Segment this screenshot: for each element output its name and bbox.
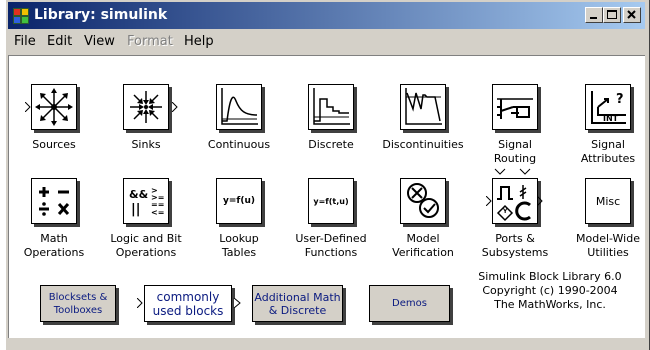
- signal-attributes-question: ?: [616, 92, 624, 107]
- ports-subsystems-label-text: Ports & Subsystems: [481, 232, 549, 259]
- maximize-button[interactable]: [603, 7, 621, 23]
- lookup-tables-label-text: Lookup Tables: [219, 232, 259, 259]
- signal-attributes-label: Signal Attributes: [553, 138, 650, 166]
- signal-attributes-icon: ? INT: [591, 91, 626, 124]
- demos-text: Demos: [392, 298, 427, 309]
- svg-text:Y: Y: [502, 208, 508, 215]
- additional-math-text: Additional Math & Discrete: [254, 290, 341, 317]
- model-wide-label: Model-Wide Utilities: [553, 232, 650, 260]
- blocksets-toolboxes-text: Blocksets & Toolboxes: [48, 291, 108, 316]
- ports-output-marker: [537, 196, 543, 206]
- ports-subsystems-icon: Y: [496, 185, 531, 222]
- window-title: Library: simulink: [34, 7, 168, 23]
- model-verification-block[interactable]: [400, 178, 446, 224]
- continuous-icon: [221, 88, 258, 125]
- blocksets-toolboxes-button[interactable]: Blocksets & Toolboxes: [40, 285, 116, 322]
- continuous-block[interactable]: [216, 84, 262, 130]
- signal-routing-label-text: Signal Routing: [493, 138, 537, 165]
- model-wide-icon-text: Misc: [595, 194, 621, 208]
- menu-view[interactable]: View: [84, 34, 115, 49]
- discrete-block[interactable]: [308, 84, 354, 130]
- sinks-icon: [130, 91, 162, 123]
- user-defined-icon-text: y=f(t,u): [313, 196, 349, 206]
- title-bar[interactable]: Library: simulink: [8, 2, 645, 29]
- user-defined-label-text: User-Defined Functions: [295, 232, 367, 259]
- model-wide-label-text: Model-Wide Utilities: [576, 232, 640, 259]
- model-verification-label-text: Model Verification: [392, 232, 454, 259]
- menu-bar: File Edit View Format Help: [8, 31, 645, 53]
- svg-text:&&: &&: [129, 188, 149, 201]
- lookup-tables-block[interactable]: y=f(u): [216, 178, 262, 224]
- svg-text:||: ||: [131, 202, 141, 217]
- menu-edit[interactable]: Edit: [47, 34, 72, 49]
- sinks-block[interactable]: [123, 84, 169, 130]
- signal-attributes-block[interactable]: ? INT: [585, 84, 631, 130]
- math-operations-icon: [39, 187, 70, 216]
- commonly-used-output-marker: [233, 298, 241, 308]
- ports-subsystems-block[interactable]: Y: [492, 178, 538, 224]
- math-operations-block[interactable]: [31, 178, 77, 224]
- sources-icon: [35, 88, 73, 126]
- discontinuities-icon: [405, 88, 442, 125]
- ports-top-right-marker: [519, 168, 531, 175]
- simulink-app-icon: [13, 8, 29, 24]
- maximize-icon: [607, 10, 617, 19]
- demos-button[interactable]: Demos: [369, 285, 450, 322]
- close-button[interactable]: [623, 7, 641, 23]
- signal-attributes-int: INT: [603, 114, 619, 123]
- commonly-used-blocks-text: commonly used blocks: [152, 289, 224, 318]
- ports-top-left-marker: [494, 168, 506, 175]
- signal-routing-block[interactable]: [492, 84, 538, 130]
- output-port-marker: [172, 102, 178, 112]
- logic-bit-label-text: Logic and Bit Operations: [110, 232, 182, 259]
- copyright-notice: Simulink Block Library 6.0 Copyright (c)…: [472, 270, 628, 312]
- user-defined-block[interactable]: y=f(t,u): [308, 178, 354, 224]
- signal-routing-icon: [497, 98, 533, 119]
- sources-block[interactable]: [31, 84, 77, 130]
- copyright-line-3: The MathWorks, Inc.: [494, 298, 606, 311]
- menu-format[interactable]: Format: [127, 34, 173, 49]
- discontinuities-block[interactable]: [400, 84, 446, 130]
- commonly-used-blocks-button[interactable]: commonly used blocks: [144, 285, 232, 322]
- model-wide-block[interactable]: Misc: [585, 178, 631, 224]
- svg-text:<=: <=: [151, 208, 164, 217]
- logic-bit-block[interactable]: && || > >= == <=: [123, 178, 169, 224]
- additional-math-button[interactable]: Additional Math & Discrete: [252, 285, 343, 322]
- logic-bit-icon: && || > >= == <=: [129, 186, 164, 217]
- copyright-line-2: Copyright (c) 1990-2004: [482, 284, 618, 297]
- model-verification-icon: [407, 183, 439, 218]
- math-operations-label-text: Math Operations: [23, 232, 85, 259]
- lookup-tables-icon-text: y=f(u): [223, 196, 255, 206]
- discrete-icon: [313, 88, 350, 125]
- commonly-used-input-marker: [137, 298, 143, 308]
- menu-file[interactable]: File: [14, 34, 36, 49]
- simulink-library-window: Library: simulink File Edit View Format …: [5, 0, 650, 350]
- signal-attributes-label-text: Signal Attributes: [580, 138, 636, 165]
- close-icon: [627, 10, 636, 19]
- minimize-button[interactable]: [585, 7, 603, 23]
- window-bottom-edge: [6, 338, 647, 350]
- minimize-icon: [590, 17, 597, 19]
- copyright-line-1: Simulink Block Library 6.0: [478, 270, 622, 283]
- menu-help[interactable]: Help: [184, 34, 214, 49]
